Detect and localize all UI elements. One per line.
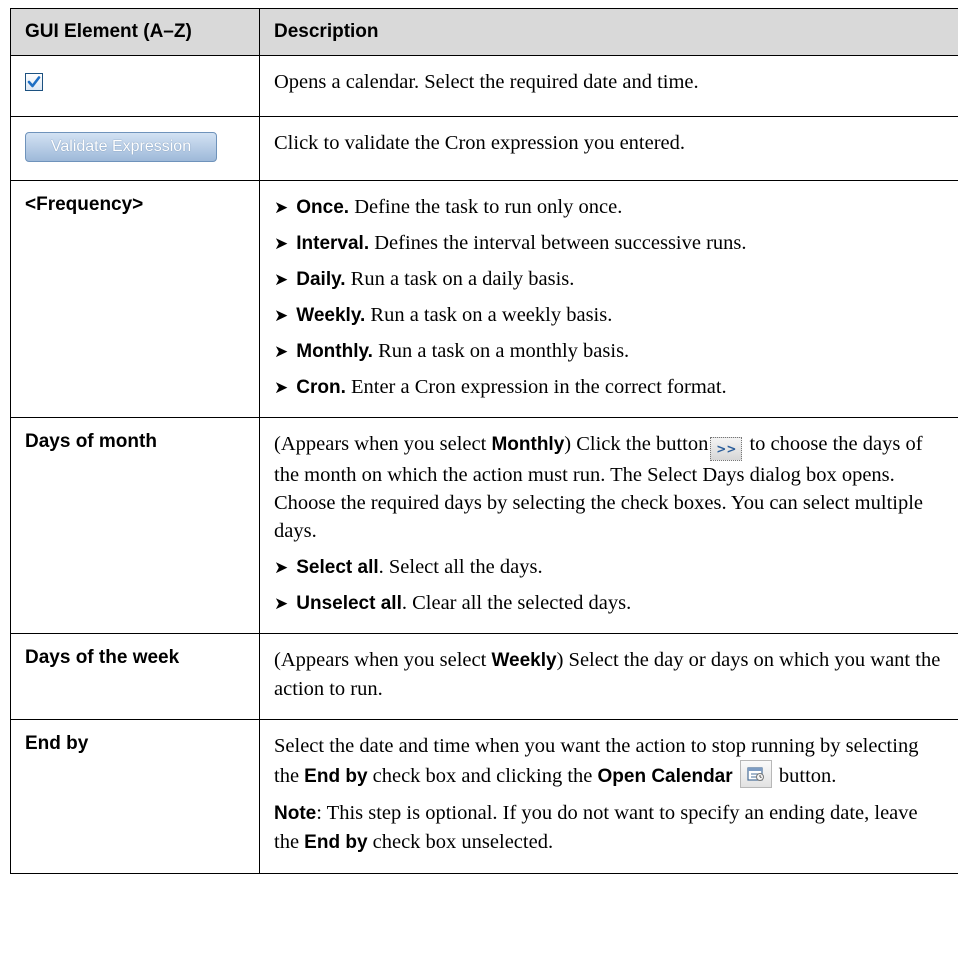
list-item: ➤ Daily. Run a task on a daily basis. <box>274 265 944 294</box>
option-keyword: Cron. <box>296 377 346 398</box>
description-cell: (Appears when you select Monthly) Click … <box>259 417 958 634</box>
element-cell: End by <box>10 719 260 874</box>
option-keyword: Daily. <box>296 269 346 290</box>
description-paragraph: Select the date and time when you want t… <box>274 732 944 791</box>
keyword-monthly: Monthly <box>491 434 565 455</box>
option-keyword: Interval. <box>296 233 370 254</box>
option-text: Run a task on a weekly basis. <box>365 304 613 326</box>
text-run: check box unselected. <box>367 831 554 853</box>
table-row: Days of month (Appears when you select M… <box>10 417 958 634</box>
option-keyword: Select all <box>296 557 379 578</box>
column-header-description: Description <box>259 8 958 56</box>
frequency-options-list: ➤ Once. Define the task to run only once.… <box>274 193 944 402</box>
bullet-arrow-icon: ➤ <box>274 378 289 398</box>
text-run: button. <box>773 765 837 787</box>
element-cell: Validate Expression <box>10 116 260 181</box>
description-cell: ➤ Once. Define the task to run only once.… <box>259 180 958 418</box>
option-text: Defines the interval between successive … <box>369 232 747 254</box>
description-cell: Opens a calendar. Select the required da… <box>259 55 958 117</box>
description-paragraph: (Appears when you select Monthly) Click … <box>274 430 944 545</box>
option-keyword: Once. <box>296 197 350 218</box>
element-cell: Days of the week <box>10 633 260 720</box>
select-options-list: ➤ Select all. Select all the days. ➤ Unsel… <box>274 553 944 618</box>
description-text: Opens a calendar. Select the required da… <box>274 71 699 93</box>
bullet-arrow-icon: ➤ <box>274 342 289 362</box>
open-calendar-icon[interactable] <box>739 760 772 788</box>
element-name: End by <box>25 733 89 754</box>
bullet-arrow-icon: ➤ <box>274 558 289 578</box>
description-cell: (Appears when you select Weekly) Select … <box>259 633 958 720</box>
column-header-gui-element: GUI Element (A–Z) <box>10 8 260 56</box>
list-item: ➤ Cron. Enter a Cron expression in the co… <box>274 373 944 402</box>
element-name: <Frequency> <box>25 194 144 215</box>
option-text: Run a task on a daily basis. <box>345 268 575 290</box>
bullet-arrow-icon: ➤ <box>274 270 289 290</box>
option-keyword: Weekly. <box>296 305 366 326</box>
option-keyword: Monthly. <box>296 341 373 362</box>
option-text: . Clear all the selected days. <box>401 592 632 614</box>
list-item: ➤ Monthly. Run a task on a monthly basis. <box>274 337 944 366</box>
keyword-note: Note <box>274 803 317 824</box>
list-item: ➤ Weekly. Run a task on a weekly basis. <box>274 301 944 330</box>
element-cell <box>10 55 260 117</box>
checkbox-checked-icon <box>25 73 43 91</box>
keyword-end-by: End by <box>304 766 368 787</box>
description-paragraph: (Appears when you select Weekly) Select … <box>274 646 944 703</box>
table-row: <Frequency> ➤ Once. Define the task to ru… <box>10 180 958 418</box>
list-item: ➤ Once. Define the task to run only once. <box>274 193 944 222</box>
table-row: Validate Expression Click to validate th… <box>10 116 958 181</box>
table-row: End by Select the date and time when you… <box>10 719 958 874</box>
text-run: (Appears when you select <box>274 433 492 455</box>
table-header-row: GUI Element (A–Z) Description <box>10 8 958 56</box>
bullet-arrow-icon: ➤ <box>274 306 289 326</box>
element-name: Days of the week <box>25 647 180 668</box>
list-item: ➤ Interval. Defines the interval between … <box>274 229 944 258</box>
validate-expression-button[interactable]: Validate Expression <box>25 132 217 162</box>
option-text: Enter a Cron expression in the correct f… <box>345 376 727 398</box>
element-cell: Days of month <box>10 417 260 634</box>
table-row: Days of the week (Appears when you selec… <box>10 633 958 720</box>
keyword-open-calendar: Open Calendar <box>597 766 733 787</box>
description-text: Click to validate the Cron expression yo… <box>274 132 686 154</box>
description-cell: Select the date and time when you want t… <box>259 719 958 874</box>
option-text: Run a task on a monthly basis. <box>372 340 630 362</box>
bullet-arrow-icon: ➤ <box>274 198 289 218</box>
table-row: Opens a calendar. Select the required da… <box>10 55 958 117</box>
text-run: ) Click the button <box>564 433 709 455</box>
element-name: Days of month <box>25 431 157 452</box>
list-item: ➤ Unselect all. Clear all the selected da… <box>274 589 944 618</box>
element-cell: <Frequency> <box>10 180 260 418</box>
description-cell: Click to validate the Cron expression yo… <box>259 116 958 181</box>
select-days-button[interactable]: >> <box>710 437 743 461</box>
gui-elements-table: GUI Element (A–Z) Description Opens a ca… <box>10 8 958 874</box>
bullet-arrow-icon: ➤ <box>274 234 289 254</box>
option-keyword: Unselect all <box>296 593 402 614</box>
list-item: ➤ Select all. Select all the days. <box>274 553 944 582</box>
text-run: (Appears when you select <box>274 649 492 671</box>
keyword-weekly: Weekly <box>491 650 557 671</box>
text-run: check box and clicking the <box>367 765 598 787</box>
bullet-arrow-icon: ➤ <box>274 594 289 614</box>
option-text: . Select all the days. <box>378 556 543 578</box>
keyword-end-by: End by <box>304 832 368 853</box>
option-text: Define the task to run only once. <box>349 196 623 218</box>
note-paragraph: Note: This step is optional. If you do n… <box>274 799 944 857</box>
